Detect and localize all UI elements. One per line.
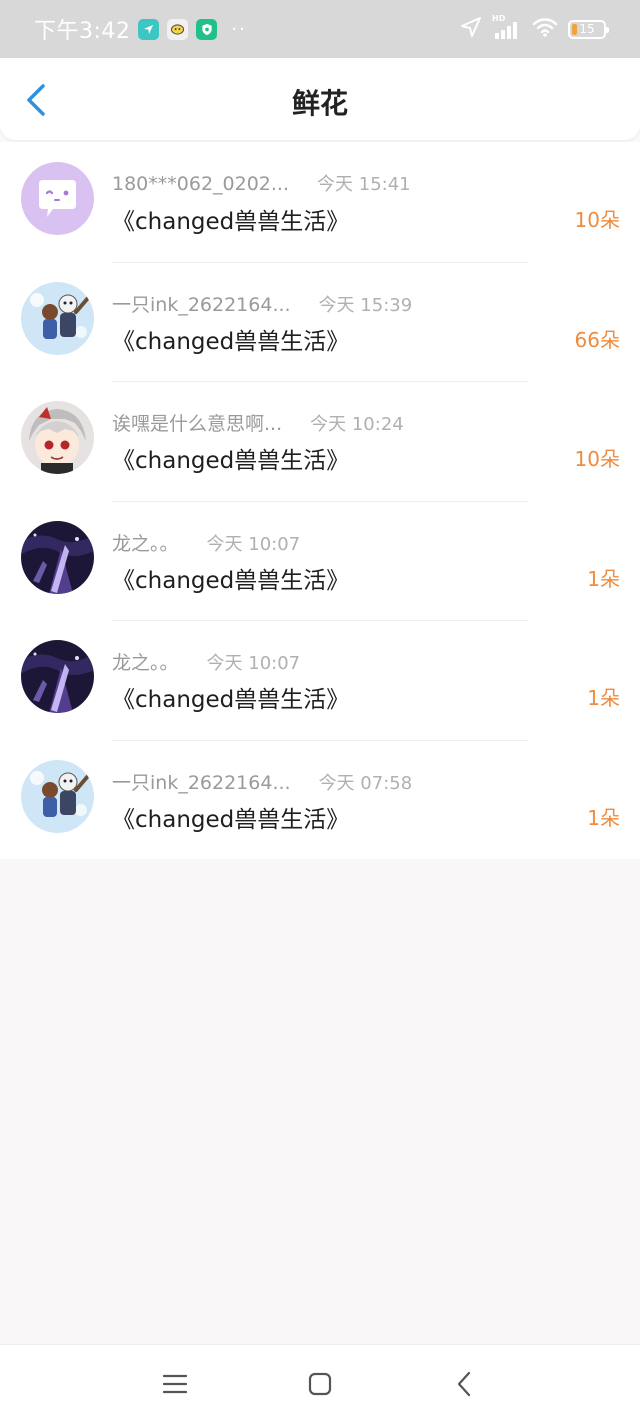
book-title: 《changed兽兽生活》	[112, 448, 350, 474]
battery-percent: 15	[579, 22, 595, 36]
avatar-default[interactable]	[21, 162, 94, 235]
list-item[interactable]: 诶嘿是什么意思啊... 今天 10:24 《changed兽兽生活》 10朵	[0, 381, 640, 501]
home-square-icon	[308, 1372, 332, 1396]
flower-count: 1朵	[587, 686, 620, 710]
flower-list: 180***062_0202... 今天 15:41 《changed兽兽生活》…	[0, 142, 640, 859]
avatar[interactable]	[21, 640, 94, 713]
item-meta: 一只ink_2622164... 今天 07:58	[112, 768, 412, 795]
security-app-icon	[196, 18, 218, 40]
item-meta: 龙之。。 今天 10:07	[112, 648, 300, 675]
menu-button[interactable]	[158, 1367, 192, 1401]
list-item[interactable]: 180***062_0202... 今天 15:41 《changed兽兽生活》…	[0, 142, 640, 262]
home-button[interactable]	[303, 1367, 337, 1401]
more-notifications-icon: ··	[231, 18, 247, 40]
avatar[interactable]	[21, 401, 94, 474]
battery-level	[572, 23, 577, 35]
book-title: 《changed兽兽生活》	[112, 687, 350, 713]
menu-icon	[162, 1374, 188, 1394]
cellular-signal-icon: HD	[492, 14, 522, 40]
flower-count: 10朵	[574, 447, 620, 471]
chat-app-icon	[167, 18, 189, 40]
clock: 下午3:42	[34, 19, 131, 44]
sent-time: 今天 10:07	[206, 533, 301, 555]
item-meta: 180***062_0202... 今天 15:41	[112, 170, 411, 196]
list-item[interactable]: 一只ink_2622164... 今天 15:39 《changed兽兽生活》 …	[0, 261, 640, 382]
status-bar-left: 下午3:42 ··	[34, 13, 247, 45]
item-meta: 一只ink_2622164... 今天 15:39	[112, 290, 412, 317]
sent-time: 今天 15:41	[317, 174, 411, 195]
system-nav-bar	[0, 1344, 640, 1422]
status-bar: 下午3:42 ·· HD 15	[0, 0, 640, 58]
book-title: 《changed兽兽生活》	[112, 209, 350, 235]
battery-icon: 15	[568, 19, 609, 39]
navigation-app-icon	[138, 18, 160, 40]
page-title: 鲜花	[291, 87, 348, 120]
book-title: 《changed兽兽生活》	[112, 328, 350, 355]
sender-name: 龙之。。	[112, 652, 179, 674]
list-item[interactable]: 龙之。。 今天 10:07 《changed兽兽生活》 1朵	[0, 620, 640, 740]
sender-name: 诶嘿是什么意思啊...	[112, 413, 283, 435]
flower-count: 1朵	[587, 566, 620, 591]
wifi-icon	[532, 16, 558, 42]
avatar[interactable]	[21, 759, 94, 833]
sender-name: 一只ink_2622164...	[112, 771, 291, 794]
flower-count: 66朵	[574, 327, 620, 352]
flower-count: 10朵	[574, 208, 620, 232]
sender-name: 180***062_0202...	[112, 173, 290, 195]
status-bar-right: HD 15	[460, 14, 609, 42]
item-meta: 诶嘿是什么意思啊... 今天 10:24	[112, 409, 404, 436]
list-item[interactable]: 一只ink_2622164... 今天 07:58 《changed兽兽生活》 …	[0, 739, 640, 860]
item-meta: 龙之。。 今天 10:07	[112, 529, 300, 556]
flower-count: 1朵	[587, 805, 620, 830]
avatar[interactable]	[21, 281, 94, 355]
screen: 下午3:42 ·· HD 15 鲜花 180***062_0202... 今天 …	[0, 0, 640, 1422]
book-title: 《changed兽兽生活》	[112, 806, 350, 833]
sent-time: 今天 15:39	[318, 294, 413, 316]
sender-name: 一只ink_2622164...	[112, 293, 291, 316]
avatar[interactable]	[21, 520, 94, 594]
sent-time: 今天 10:24	[310, 414, 404, 435]
list-item[interactable]: 龙之。。 今天 10:07 《changed兽兽生活》 1朵	[0, 500, 640, 621]
chevron-left-icon	[457, 1371, 471, 1397]
system-back-button[interactable]	[447, 1367, 481, 1401]
header: 鲜花	[0, 58, 640, 140]
sent-time: 今天 07:58	[318, 772, 413, 794]
location-icon	[460, 16, 482, 42]
sent-time: 今天 10:07	[206, 653, 301, 674]
sender-name: 龙之。。	[112, 532, 179, 555]
book-title: 《changed兽兽生活》	[112, 567, 350, 594]
